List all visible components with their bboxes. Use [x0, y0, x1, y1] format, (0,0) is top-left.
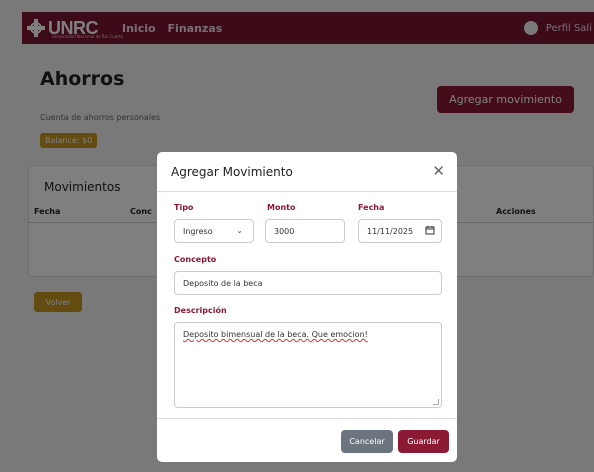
save-button[interactable]: Guardar: [398, 430, 449, 453]
concepto-label: Concepto: [174, 255, 217, 264]
tipo-label: Tipo: [174, 203, 194, 212]
monto-input[interactable]: 3000: [265, 219, 345, 243]
concepto-input[interactable]: Deposito de la beca: [174, 271, 442, 295]
fecha-value: 11/11/2025: [367, 226, 414, 236]
resize-handle-icon[interactable]: [433, 399, 439, 405]
fecha-input[interactable]: 11/11/2025: [358, 219, 442, 243]
chevron-down-icon: ⌄: [236, 226, 243, 235]
close-icon[interactable]: ✕: [432, 162, 445, 180]
tipo-value: Ingreso: [183, 226, 213, 236]
descripcion-textarea[interactable]: Deposito bimensual de la beca. Que emoci…: [174, 322, 442, 408]
monto-label: Monto: [267, 203, 296, 212]
modal-title: Agregar Movimiento: [171, 165, 293, 179]
calendar-icon[interactable]: [425, 225, 435, 235]
fecha-label: Fecha: [358, 203, 385, 212]
descripcion-value: Deposito bimensual de la beca. Que emoci…: [183, 330, 368, 339]
monto-value: 3000: [274, 226, 295, 236]
modal-header: Agregar Movimiento ✕: [157, 152, 457, 192]
modal-footer-divider: [157, 418, 457, 419]
add-movement-modal: Agregar Movimiento ✕ Tipo Ingreso ⌄ Mont…: [157, 152, 457, 462]
descripcion-label: Descripción: [174, 306, 227, 315]
tipo-select[interactable]: Ingreso ⌄: [174, 219, 254, 243]
cancel-button[interactable]: Cancelar: [341, 430, 393, 453]
concepto-value: Deposito de la beca: [183, 278, 263, 288]
